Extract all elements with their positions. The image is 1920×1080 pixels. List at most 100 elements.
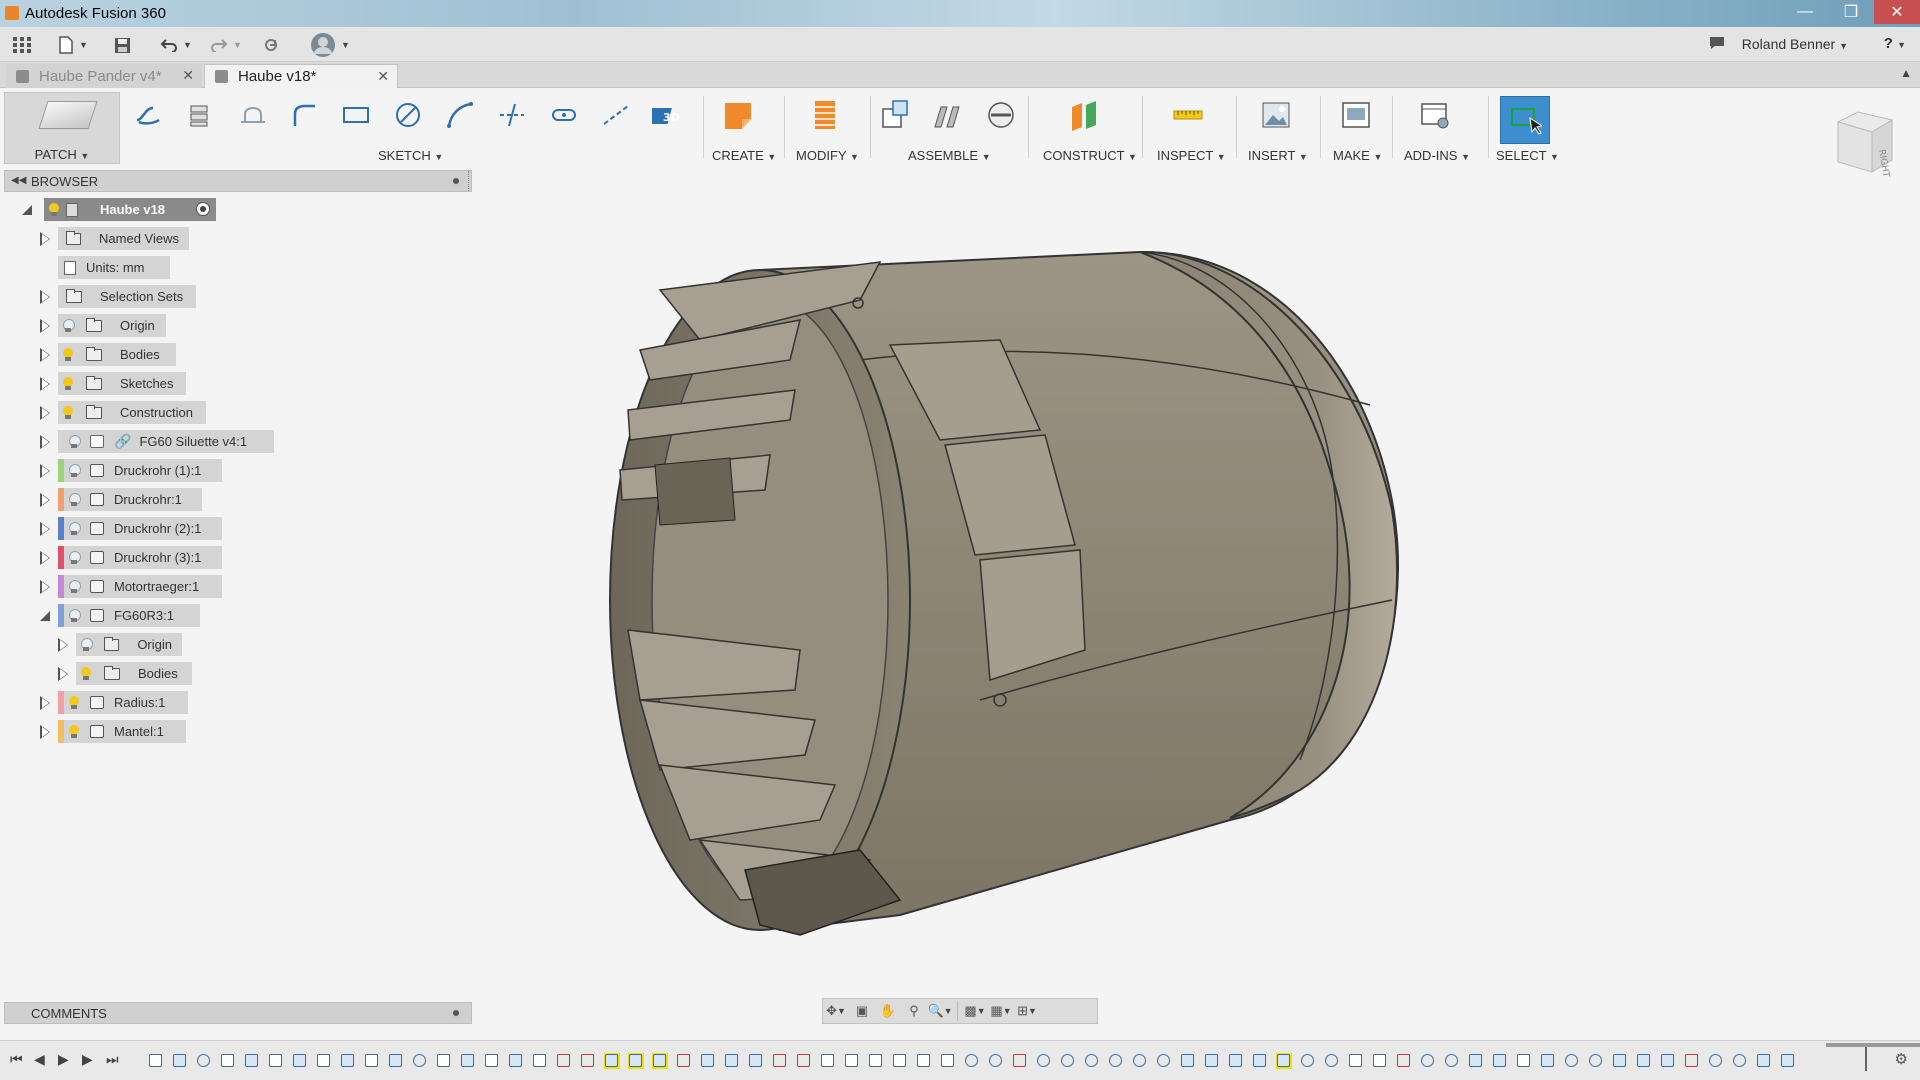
canvas-viewport[interactable]: [480, 160, 1920, 990]
timeline-revolve-feature[interactable]: [1084, 1053, 1100, 1069]
3d-print-icon[interactable]: [1339, 98, 1373, 132]
activate-radio-icon[interactable]: [196, 202, 210, 216]
timeline-patch-feature[interactable]: [652, 1053, 668, 1069]
visibility-bulb-icon[interactable]: [68, 579, 81, 594]
expand-icon[interactable]: [40, 522, 50, 536]
timeline-delete-feature[interactable]: [556, 1053, 572, 1069]
timeline-patch-feature[interactable]: [508, 1053, 524, 1069]
collapse-icon[interactable]: [22, 205, 32, 215]
insert-image-icon[interactable]: [1259, 98, 1293, 132]
timeline-patch-feature[interactable]: [1540, 1053, 1556, 1069]
viewports-icon[interactable]: ⊞ ▼: [1014, 999, 1040, 1023]
step-back-icon[interactable]: ◀: [34, 1051, 45, 1068]
arc-icon[interactable]: [443, 98, 477, 132]
timeline-sketch-feature[interactable]: [364, 1053, 380, 1069]
tree-root[interactable]: Haube v18: [0, 197, 480, 223]
timeline-revolve-feature[interactable]: [1108, 1053, 1124, 1069]
timeline-patch-feature[interactable]: [1252, 1053, 1268, 1069]
help-icon[interactable]: ? ▼: [1884, 35, 1906, 52]
timeline-sketch-feature[interactable]: [1348, 1053, 1364, 1069]
as-built-joint-icon[interactable]: [984, 98, 1018, 132]
timeline-patch-feature[interactable]: [292, 1053, 308, 1069]
timeline-sketch-feature[interactable]: [1372, 1053, 1388, 1069]
profile-avatar-icon[interactable]: ▼: [310, 33, 350, 57]
expand-icon[interactable]: [40, 435, 50, 449]
3d-sketch-icon[interactable]: 3D: [651, 98, 685, 132]
expand-icon[interactable]: [40, 464, 50, 478]
pin-icon[interactable]: [451, 176, 461, 186]
timeline-revolve-feature[interactable]: [1732, 1053, 1748, 1069]
timeline-patch-feature[interactable]: [1756, 1053, 1772, 1069]
timeline-revolve-feature[interactable]: [1132, 1053, 1148, 1069]
user-menu[interactable]: Roland Benner ▼: [1742, 36, 1848, 52]
redo-icon[interactable]: ▼: [210, 33, 242, 57]
timeline-patch-feature[interactable]: [388, 1053, 404, 1069]
visibility-bulb-icon[interactable]: [68, 434, 81, 449]
create-patch-icon[interactable]: [721, 98, 755, 132]
timeline-revolve-feature[interactable]: [988, 1053, 1004, 1069]
visibility-bulb-icon[interactable]: [68, 724, 80, 739]
timeline-sketch-feature[interactable]: [820, 1053, 836, 1069]
visibility-bulb-icon[interactable]: [68, 695, 80, 710]
file-menu-icon[interactable]: ▼: [58, 33, 88, 57]
timeline-sketch-feature[interactable]: [844, 1053, 860, 1069]
visibility-bulb-icon[interactable]: [80, 666, 92, 681]
timeline-sketch-feature[interactable]: [532, 1053, 548, 1069]
save-icon[interactable]: [114, 33, 131, 57]
visibility-bulb-icon[interactable]: [68, 463, 81, 478]
expand-icon[interactable]: [40, 348, 50, 362]
undo-icon[interactable]: ▼: [160, 33, 192, 57]
visibility-bulb-icon[interactable]: [62, 347, 74, 362]
timeline-delete-feature[interactable]: [796, 1053, 812, 1069]
timeline-patch-feature[interactable]: [244, 1053, 260, 1069]
sketch-menu[interactable]: SKETCH ▼: [378, 148, 443, 163]
tab-close-icon[interactable]: ✕: [377, 68, 389, 85]
grid-settings-icon[interactable]: ▦ ▼: [988, 999, 1014, 1023]
timeline-sketch-feature[interactable]: [1516, 1053, 1532, 1069]
timeline-revolve-feature[interactable]: [1588, 1053, 1604, 1069]
expand-icon[interactable]: [40, 290, 50, 304]
fillet-icon[interactable]: [287, 98, 321, 132]
visibility-bulb-icon[interactable]: [68, 550, 81, 565]
timeline-revolve-feature[interactable]: [1708, 1053, 1724, 1069]
look-at-icon[interactable]: ▣: [849, 999, 875, 1023]
timeline-patch-feature[interactable]: [340, 1053, 356, 1069]
timeline-revolve-feature[interactable]: [1420, 1053, 1436, 1069]
tab-close-icon[interactable]: ✕: [182, 67, 194, 84]
maximize-icon[interactable]: ❐: [1828, 0, 1874, 24]
timeline-delete-feature[interactable]: [1396, 1053, 1412, 1069]
timeline-revolve-feature[interactable]: [1324, 1053, 1340, 1069]
timeline-sketch-feature[interactable]: [868, 1053, 884, 1069]
timeline-revolve-feature[interactable]: [1036, 1053, 1052, 1069]
timeline-patch-feature[interactable]: [1612, 1053, 1628, 1069]
modify-trim-icon[interactable]: [808, 98, 842, 132]
timeline-revolve-feature[interactable]: [1444, 1053, 1460, 1069]
expand-icon[interactable]: [40, 696, 50, 710]
tab-haube-pander[interactable]: Haube Pander v4* ✕: [6, 64, 202, 88]
collapse-icon[interactable]: [40, 611, 50, 621]
timeline-sketch-feature[interactable]: [916, 1053, 932, 1069]
comments-panel-header[interactable]: COMMENTS: [4, 1002, 472, 1024]
visibility-bulb-icon[interactable]: [62, 405, 74, 420]
orbit-icon[interactable]: ✥ ▼: [823, 999, 849, 1023]
scripts-addins-icon[interactable]: [1418, 98, 1452, 132]
timeline-delete-feature[interactable]: [676, 1053, 692, 1069]
stitch-icon[interactable]: [131, 98, 165, 132]
timeline-patch-feature[interactable]: [1636, 1053, 1652, 1069]
data-panel-grid-icon[interactable]: [12, 33, 32, 57]
expand-icon[interactable]: [40, 406, 50, 420]
timeline-patch-feature[interactable]: [628, 1053, 644, 1069]
workspace-switcher[interactable]: PATCH ▼: [4, 92, 120, 164]
timeline-scrollbar[interactable]: [1826, 1043, 1920, 1047]
expand-icon[interactable]: [40, 377, 50, 391]
fit-zoom-icon[interactable]: 🔍 ▼: [927, 999, 953, 1023]
expand-icon[interactable]: [40, 725, 50, 739]
timeline-patch-feature[interactable]: [1228, 1053, 1244, 1069]
offset-plane-icon[interactable]: [1067, 98, 1101, 132]
unstitch-icon[interactable]: [183, 98, 217, 132]
joint-icon[interactable]: [930, 98, 964, 132]
timeline-marker[interactable]: [1865, 1047, 1867, 1071]
timeline-delete-feature[interactable]: [1012, 1053, 1028, 1069]
timeline-patch-feature[interactable]: [748, 1053, 764, 1069]
timeline-patch-feature[interactable]: [604, 1053, 620, 1069]
